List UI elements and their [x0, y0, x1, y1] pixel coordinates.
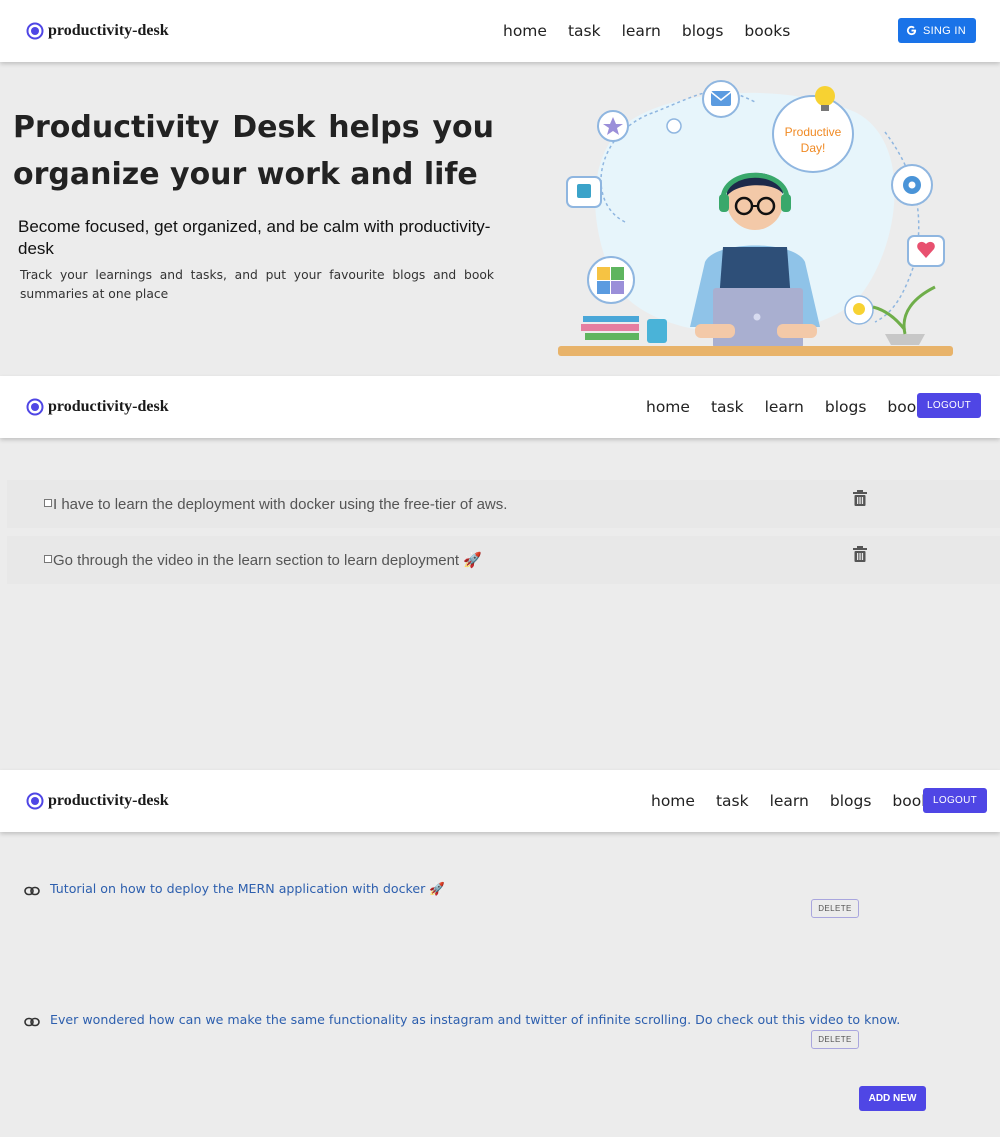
- svg-text:Day!: Day!: [801, 141, 826, 155]
- nav-task[interactable]: task: [711, 398, 744, 416]
- brand[interactable]: productivity-desk: [26, 398, 169, 416]
- delete-button[interactable]: DELETE: [811, 1030, 859, 1049]
- learn-link[interactable]: Ever wondered how can we make the same f…: [50, 1012, 900, 1027]
- nav-links: home task learn blogs books: [651, 792, 938, 810]
- delete-button[interactable]: DELETE: [811, 899, 859, 918]
- checkbox-icon[interactable]: [44, 555, 52, 563]
- task-text: I have to learn the deployment with dock…: [53, 495, 508, 513]
- brand-name: productivity-desk: [48, 398, 169, 415]
- hero-title: Productivity Desk helps you organize you…: [13, 110, 494, 192]
- nav-home[interactable]: home: [651, 792, 695, 810]
- navbar-learn: productivity-desk home task learn blogs …: [0, 770, 1000, 832]
- task-text: Go through the video in the learn sectio…: [53, 552, 482, 569]
- task-item: Go through the video in the learn sectio…: [7, 536, 1000, 584]
- nav-task[interactable]: task: [568, 22, 601, 40]
- nav-task[interactable]: task: [716, 792, 749, 810]
- trash-icon[interactable]: [853, 490, 867, 506]
- brand-name: productivity-desk: [48, 792, 169, 809]
- logout-button[interactable]: LOGOUT: [923, 788, 988, 813]
- signin-label: SING IN: [922, 24, 966, 37]
- brand[interactable]: productivity-desk: [26, 22, 169, 40]
- navbar-home: productivity-desk home task learn blogs …: [0, 0, 1000, 62]
- nav-blogs[interactable]: blogs: [825, 398, 867, 416]
- logout-button[interactable]: LOGOUT: [917, 393, 982, 418]
- svg-text:Productive: Productive: [785, 125, 842, 139]
- brand[interactable]: productivity-desk: [26, 792, 169, 810]
- nav-learn[interactable]: learn: [765, 398, 804, 416]
- google-signin-button[interactable]: SING IN: [897, 18, 976, 43]
- checkbox-icon[interactable]: [44, 499, 52, 507]
- trash-icon[interactable]: [853, 546, 867, 562]
- brand-name: productivity-desk: [48, 22, 169, 39]
- link-icon: [24, 886, 40, 896]
- productivity-logo-icon: [26, 22, 44, 40]
- navbar-task: productivity-desk home task learn blogs …: [0, 376, 1000, 438]
- productivity-logo-icon: [26, 792, 44, 810]
- nav-blogs[interactable]: blogs: [830, 792, 872, 810]
- productivity-logo-icon: [26, 398, 44, 416]
- google-icon: [906, 25, 917, 36]
- learn-link[interactable]: Tutorial on how to deploy the MERN appli…: [50, 881, 445, 897]
- nav-home[interactable]: home: [503, 22, 547, 40]
- hero-illustration: Productive Day!: [558, 80, 953, 356]
- hero-subtitle: Become focused, get organized, and be ca…: [18, 217, 491, 258]
- nav-links: home task learn blogs books: [646, 398, 933, 416]
- nav-home[interactable]: home: [646, 398, 690, 416]
- nav-learn[interactable]: learn: [622, 22, 661, 40]
- nav-learn[interactable]: learn: [770, 792, 809, 810]
- nav-blogs[interactable]: blogs: [682, 22, 724, 40]
- task-item: I have to learn the deployment with dock…: [7, 480, 1000, 528]
- add-new-button[interactable]: ADD NEW: [859, 1086, 926, 1111]
- link-icon: [24, 1017, 40, 1027]
- nav-links: home task learn blogs books: [503, 22, 790, 40]
- nav-books[interactable]: books: [744, 22, 790, 40]
- hero-description: Track your learnings and tasks, and put …: [20, 268, 494, 301]
